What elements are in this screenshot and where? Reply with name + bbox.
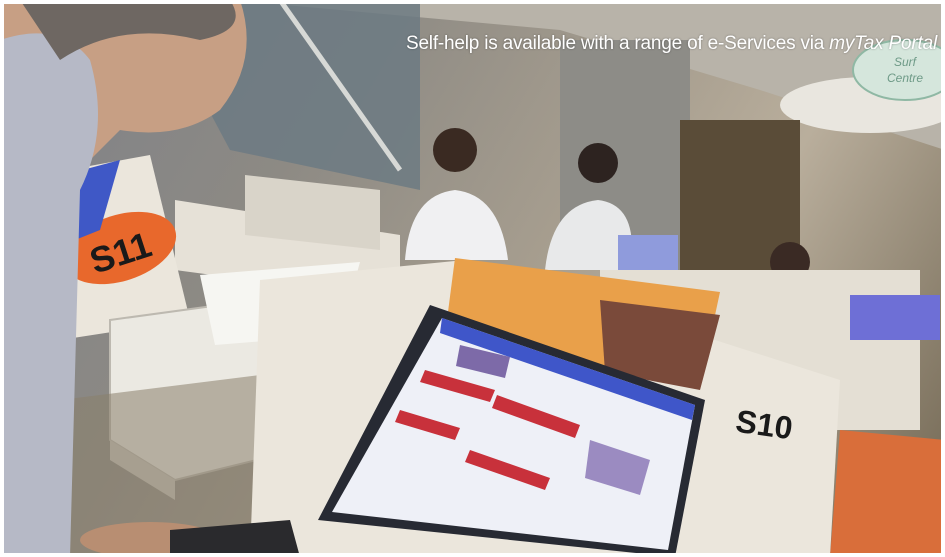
- person-shirt: [405, 190, 508, 260]
- kiosk-screen: [850, 295, 940, 340]
- kiosk-stripe: [830, 430, 945, 557]
- sign-line-2: Centre: [887, 71, 923, 85]
- kiosk-photo: Surf Centre S11 S10 Self-help is availab…: [0, 0, 945, 557]
- kiosk-screen: [618, 235, 678, 270]
- sign-line-1: Surf: [894, 55, 918, 69]
- photo-caption: Self-help is available with a range of e…: [406, 33, 937, 55]
- person-head: [578, 143, 618, 183]
- caption-text: Self-help is available with a range of e…: [405, 33, 830, 54]
- caption-emphasis: myTax Portal: [829, 33, 937, 54]
- scene-illustration: Surf Centre S11 S10: [0, 0, 945, 557]
- person-head: [433, 128, 477, 172]
